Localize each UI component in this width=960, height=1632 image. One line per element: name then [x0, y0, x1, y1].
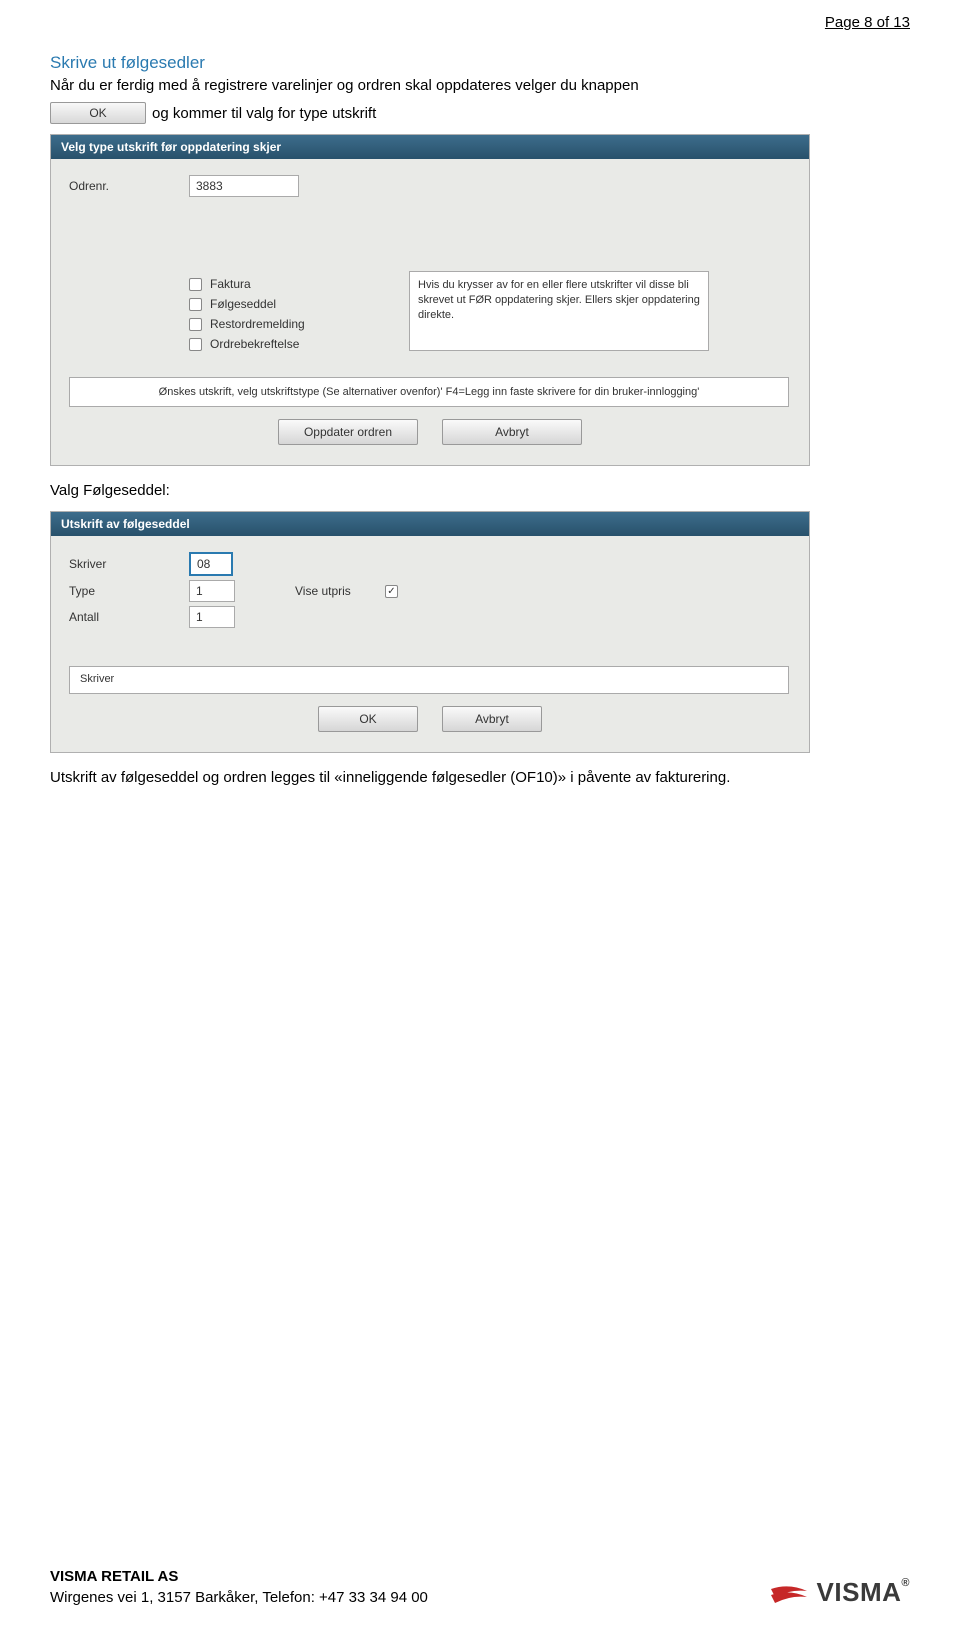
visma-logo: VISMA®: [769, 1577, 910, 1608]
checkbox-icon: [189, 298, 202, 311]
ordenr-input[interactable]: 3883: [189, 175, 299, 197]
visma-logo-text: VISMA®: [817, 1577, 910, 1608]
type-input[interactable]: 1: [189, 580, 235, 602]
antall-label: Antall: [69, 610, 189, 624]
antall-input[interactable]: 1: [189, 606, 235, 628]
mid-text: Valg Følgeseddel:: [50, 480, 910, 501]
intro-text-2: og kommer til valg for type utskrift: [152, 105, 376, 122]
print-type-panel: Velg type utskrift før oppdatering skjer…: [50, 134, 810, 466]
checkbox-icon: [189, 338, 202, 351]
checkbox-icon: [189, 318, 202, 331]
oppdater-ordren-button[interactable]: Oppdater ordren: [278, 419, 418, 445]
skriver-label: Skriver: [69, 557, 189, 571]
checkbox-label: Følgeseddel: [210, 297, 276, 311]
info-box: Hvis du krysser av for en eller flere ut…: [409, 271, 709, 351]
hint-box: Ønskes utskrift, velg utskriftstype (Se …: [69, 377, 789, 407]
checkbox-icon: [189, 278, 202, 291]
intro-paragraph: Når du er ferdig med å registrere vareli…: [50, 75, 910, 96]
visma-swoosh-icon: [769, 1581, 809, 1605]
skriver-input[interactable]: 08: [189, 552, 233, 576]
skriver-box: Skriver: [69, 666, 789, 694]
vise-utpris-checkbox[interactable]: [385, 585, 398, 598]
section-title: Skrive ut følgesedler: [50, 53, 910, 73]
folgeseddel-panel: Utskrift av følgeseddel Skriver 08 Type …: [50, 511, 810, 753]
page-number: Page 8 of 13: [50, 0, 910, 49]
checkbox-faktura[interactable]: Faktura: [189, 277, 389, 291]
checkbox-label: Faktura: [210, 277, 251, 291]
checkbox-ordrebekreftelse[interactable]: Ordrebekreftelse: [189, 337, 389, 351]
panel1-titlebar: Velg type utskrift før oppdatering skjer: [51, 135, 809, 159]
footer-address: Wirgenes vei 1, 3157 Barkåker, Telefon: …: [50, 1587, 428, 1608]
avbryt-button-2[interactable]: Avbryt: [442, 706, 542, 732]
ordenr-label: Odrenr.: [69, 179, 189, 193]
inline-ok-button[interactable]: OK: [50, 102, 146, 124]
checkbox-label: Restordremelding: [210, 317, 305, 331]
checkbox-label: Ordrebekreftelse: [210, 337, 299, 351]
footer-company: VISMA RETAIL AS: [50, 1566, 428, 1587]
bottom-paragraph: Utskrift av følgeseddel og ordren legges…: [50, 767, 910, 788]
vise-utpris-label: Vise utpris: [295, 584, 385, 598]
panel2-titlebar: Utskrift av følgeseddel: [51, 512, 809, 536]
intro-text-1: Når du er ferdig med å registrere vareli…: [50, 77, 639, 94]
type-label: Type: [69, 584, 189, 598]
page-footer: VISMA RETAIL AS Wirgenes vei 1, 3157 Bar…: [50, 1566, 910, 1608]
avbryt-button[interactable]: Avbryt: [442, 419, 582, 445]
checkbox-folgeseddel[interactable]: Følgeseddel: [189, 297, 389, 311]
ok-button[interactable]: OK: [318, 706, 418, 732]
checkbox-restordremelding[interactable]: Restordremelding: [189, 317, 389, 331]
